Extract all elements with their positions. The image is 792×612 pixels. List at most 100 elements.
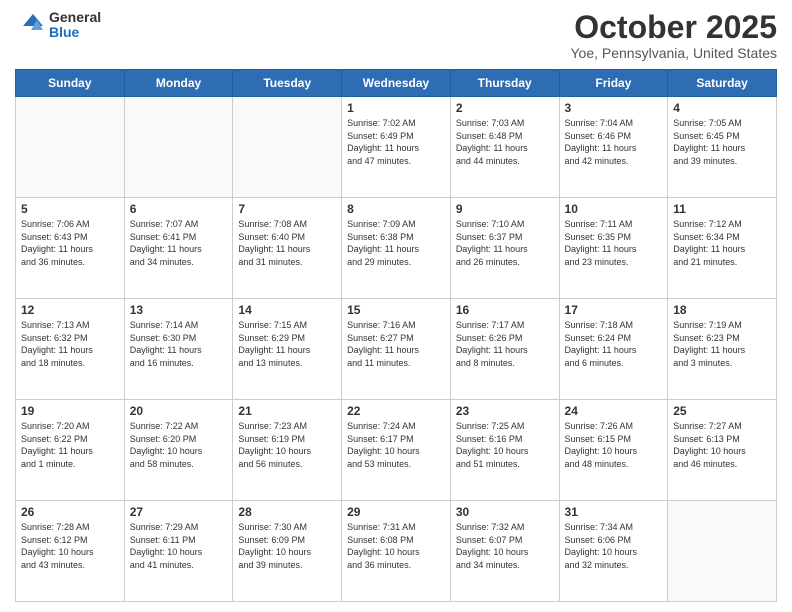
calendar-day-cell: 26 Sunrise: 7:28 AM Sunset: 6:12 PM Dayli…: [16, 501, 125, 602]
day-number: 23: [456, 404, 554, 418]
calendar-day-cell: 31 Sunrise: 7:34 AM Sunset: 6:06 PM Dayli…: [559, 501, 668, 602]
day-number: 28: [238, 505, 336, 519]
day-of-week-header: Tuesday: [233, 70, 342, 97]
calendar-day-cell: 8Sunrise: 7:09 AM Sunset: 6:38 PM Daylig…: [342, 198, 451, 299]
day-info: Sunrise: 7:15 AM Sunset: 6:29 PM Dayligh…: [238, 319, 336, 369]
calendar-day-cell: [16, 97, 125, 198]
calendar-day-cell: 2Sunrise: 7:03 AM Sunset: 6:48 PM Daylig…: [450, 97, 559, 198]
day-number: 5: [21, 202, 119, 216]
day-number: 14: [238, 303, 336, 317]
calendar-body: 1Sunrise: 7:02 AM Sunset: 6:49 PM Daylig…: [16, 97, 777, 602]
day-info: Sunrise: 7:22 AM Sunset: 6:20 PM Dayligh…: [130, 420, 228, 470]
day-info: Sunrise: 7:24 AM Sunset: 6:17 PM Dayligh…: [347, 420, 445, 470]
day-of-week-header: Monday: [124, 70, 233, 97]
calendar-day-cell: 20 Sunrise: 7:22 AM Sunset: 6:20 PM Dayli…: [124, 400, 233, 501]
calendar-day-cell: 5 Sunrise: 7:06 AM Sunset: 6:43 PM Daylig…: [16, 198, 125, 299]
day-of-week-header: Sunday: [16, 70, 125, 97]
calendar-day-cell: 28 Sunrise: 7:30 AM Sunset: 6:09 PM Dayli…: [233, 501, 342, 602]
day-number: 22: [347, 404, 445, 418]
day-number: 10: [565, 202, 663, 216]
calendar-day-cell: 9Sunrise: 7:10 AM Sunset: 6:37 PM Daylig…: [450, 198, 559, 299]
day-of-week-header: Wednesday: [342, 70, 451, 97]
day-number: 3: [565, 101, 663, 115]
day-number: 18: [673, 303, 771, 317]
day-info: Sunrise: 7:06 AM Sunset: 6:43 PM Dayligh…: [21, 218, 119, 268]
day-number: 27: [130, 505, 228, 519]
calendar-week-row: 12 Sunrise: 7:13 AM Sunset: 6:32 PM Dayli…: [16, 299, 777, 400]
day-info: Sunrise: 7:26 AM Sunset: 6:15 PM Dayligh…: [565, 420, 663, 470]
calendar-day-cell: 12 Sunrise: 7:13 AM Sunset: 6:32 PM Dayli…: [16, 299, 125, 400]
day-number: 20: [130, 404, 228, 418]
title-section: October 2025 Yoe, Pennsylvania, United S…: [570, 10, 777, 61]
calendar-day-cell: 10 Sunrise: 7:11 AM Sunset: 6:35 PM Dayli…: [559, 198, 668, 299]
day-number: 26: [21, 505, 119, 519]
day-info: Sunrise: 7:04 AM Sunset: 6:46 PM Dayligh…: [565, 117, 663, 167]
calendar-day-cell: 30 Sunrise: 7:32 AM Sunset: 6:07 PM Dayli…: [450, 501, 559, 602]
day-number: 6: [130, 202, 228, 216]
logo-icon: [15, 10, 45, 40]
calendar-day-cell: 22 Sunrise: 7:24 AM Sunset: 6:17 PM Dayli…: [342, 400, 451, 501]
day-number: 16: [456, 303, 554, 317]
calendar-day-cell: 23 Sunrise: 7:25 AM Sunset: 6:16 PM Dayli…: [450, 400, 559, 501]
day-of-week-header: Saturday: [668, 70, 777, 97]
subtitle: Yoe, Pennsylvania, United States: [570, 45, 777, 61]
calendar-week-row: 1Sunrise: 7:02 AM Sunset: 6:49 PM Daylig…: [16, 97, 777, 198]
day-number: 31: [565, 505, 663, 519]
day-info: Sunrise: 7:27 AM Sunset: 6:13 PM Dayligh…: [673, 420, 771, 470]
day-of-week-header: Friday: [559, 70, 668, 97]
calendar-week-row: 19 Sunrise: 7:20 AM Sunset: 6:22 PM Dayli…: [16, 400, 777, 501]
day-number: 24: [565, 404, 663, 418]
calendar-day-cell: 29Sunrise: 7:31 AM Sunset: 6:08 PM Dayli…: [342, 501, 451, 602]
day-info: Sunrise: 7:11 AM Sunset: 6:35 PM Dayligh…: [565, 218, 663, 268]
day-info: Sunrise: 7:12 AM Sunset: 6:34 PM Dayligh…: [673, 218, 771, 268]
day-info: Sunrise: 7:08 AM Sunset: 6:40 PM Dayligh…: [238, 218, 336, 268]
calendar-day-cell: 16 Sunrise: 7:17 AM Sunset: 6:26 PM Dayli…: [450, 299, 559, 400]
day-info: Sunrise: 7:17 AM Sunset: 6:26 PM Dayligh…: [456, 319, 554, 369]
day-info: Sunrise: 7:34 AM Sunset: 6:06 PM Dayligh…: [565, 521, 663, 571]
logo-general: General: [49, 10, 101, 25]
calendar-day-cell: 19 Sunrise: 7:20 AM Sunset: 6:22 PM Dayli…: [16, 400, 125, 501]
calendar-day-cell: [668, 501, 777, 602]
day-info: Sunrise: 7:20 AM Sunset: 6:22 PM Dayligh…: [21, 420, 119, 470]
day-number: 17: [565, 303, 663, 317]
day-number: 21: [238, 404, 336, 418]
calendar-day-cell: 21Sunrise: 7:23 AM Sunset: 6:19 PM Dayli…: [233, 400, 342, 501]
day-info: Sunrise: 7:18 AM Sunset: 6:24 PM Dayligh…: [565, 319, 663, 369]
logo-blue: Blue: [49, 25, 101, 40]
calendar-day-cell: 3 Sunrise: 7:04 AM Sunset: 6:46 PM Daylig…: [559, 97, 668, 198]
calendar-week-row: 26 Sunrise: 7:28 AM Sunset: 6:12 PM Dayli…: [16, 501, 777, 602]
day-info: Sunrise: 7:28 AM Sunset: 6:12 PM Dayligh…: [21, 521, 119, 571]
day-number: 19: [21, 404, 119, 418]
day-info: Sunrise: 7:13 AM Sunset: 6:32 PM Dayligh…: [21, 319, 119, 369]
calendar-day-cell: 25Sunrise: 7:27 AM Sunset: 6:13 PM Dayli…: [668, 400, 777, 501]
day-info: Sunrise: 7:25 AM Sunset: 6:16 PM Dayligh…: [456, 420, 554, 470]
calendar-day-cell: 4Sunrise: 7:05 AM Sunset: 6:45 PM Daylig…: [668, 97, 777, 198]
calendar-day-cell: 11 Sunrise: 7:12 AM Sunset: 6:34 PM Dayli…: [668, 198, 777, 299]
day-number: 11: [673, 202, 771, 216]
day-number: 12: [21, 303, 119, 317]
day-number: 13: [130, 303, 228, 317]
day-of-week-header: Thursday: [450, 70, 559, 97]
day-info: Sunrise: 7:30 AM Sunset: 6:09 PM Dayligh…: [238, 521, 336, 571]
calendar-table: SundayMondayTuesdayWednesdayThursdayFrid…: [15, 69, 777, 602]
calendar-day-cell: 17 Sunrise: 7:18 AM Sunset: 6:24 PM Dayli…: [559, 299, 668, 400]
calendar-day-cell: 15Sunrise: 7:16 AM Sunset: 6:27 PM Dayli…: [342, 299, 451, 400]
day-number: 8: [347, 202, 445, 216]
day-number: 30: [456, 505, 554, 519]
calendar-day-cell: 24 Sunrise: 7:26 AM Sunset: 6:15 PM Dayli…: [559, 400, 668, 501]
calendar-day-cell: 27 Sunrise: 7:29 AM Sunset: 6:11 PM Dayli…: [124, 501, 233, 602]
calendar-day-cell: 1Sunrise: 7:02 AM Sunset: 6:49 PM Daylig…: [342, 97, 451, 198]
days-of-week-row: SundayMondayTuesdayWednesdayThursdayFrid…: [16, 70, 777, 97]
calendar-week-row: 5 Sunrise: 7:06 AM Sunset: 6:43 PM Daylig…: [16, 198, 777, 299]
day-info: Sunrise: 7:14 AM Sunset: 6:30 PM Dayligh…: [130, 319, 228, 369]
day-number: 29: [347, 505, 445, 519]
day-info: Sunrise: 7:03 AM Sunset: 6:48 PM Dayligh…: [456, 117, 554, 167]
day-info: Sunrise: 7:32 AM Sunset: 6:07 PM Dayligh…: [456, 521, 554, 571]
day-info: Sunrise: 7:02 AM Sunset: 6:49 PM Dayligh…: [347, 117, 445, 167]
day-info: Sunrise: 7:29 AM Sunset: 6:11 PM Dayligh…: [130, 521, 228, 571]
day-number: 15: [347, 303, 445, 317]
calendar-day-cell: 13 Sunrise: 7:14 AM Sunset: 6:30 PM Dayli…: [124, 299, 233, 400]
page: General Blue October 2025 Yoe, Pennsylva…: [0, 0, 792, 612]
calendar-day-cell: 6Sunrise: 7:07 AM Sunset: 6:41 PM Daylig…: [124, 198, 233, 299]
day-info: Sunrise: 7:05 AM Sunset: 6:45 PM Dayligh…: [673, 117, 771, 167]
